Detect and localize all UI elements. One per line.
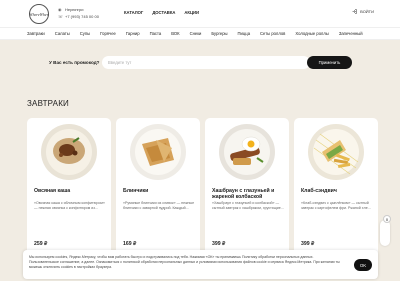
promo-code-input[interactable] (102, 56, 310, 69)
product-card[interactable]: Блинчики «Румяные блинчики из сливок» — … (116, 118, 200, 258)
category-roll-sets[interactable]: Сеты роллов (260, 31, 285, 36)
promo-label: У Вас есть промокод? (49, 60, 100, 65)
phone-link[interactable]: ☏ +7 (993) 745 00 00 (58, 14, 99, 19)
product-price: 399 ₽ (212, 241, 226, 247)
category-cold-rolls[interactable]: Холодные роллы (295, 31, 328, 36)
product-name: Блинчики (123, 188, 149, 194)
category-burgers[interactable]: Бургеры (211, 31, 227, 36)
oatmeal-with-jam-icon (39, 122, 99, 182)
phone-label: +7 (993) 745 00 00 (65, 14, 99, 19)
cookie-banner: Мы используем cookies, Яндекс.Метрику, ч… (23, 250, 378, 279)
product-description: «Клаб-сэндвич с цыплёнком» — сытный завт… (301, 201, 371, 210)
cart-count-badge: 0 (383, 215, 391, 223)
product-price: 399 ₽ (301, 241, 315, 247)
category-wok[interactable]: ВОК (171, 31, 179, 36)
category-breakfast[interactable]: Завтраки (27, 31, 45, 36)
category-salads[interactable]: Салаты (55, 31, 70, 36)
location-pin-icon: ◉ (58, 6, 62, 12)
category-hot[interactable]: Горячее (100, 31, 116, 36)
nav-promotions[interactable]: АКЦИИ (184, 10, 199, 15)
login-icon (352, 9, 357, 14)
login-label: ВОЙТИ (360, 9, 374, 14)
header: WhereWhen ◉ Нерюнгри ☏ +7 (993) 745 00 0… (0, 0, 400, 27)
product-description: «Овсяная каша с яблочным конфитюром» — н… (34, 201, 105, 210)
category-pizza[interactable]: Пицца (238, 31, 250, 36)
cookie-text: Мы используем cookies, Яндекс.Метрику, ч… (29, 255, 340, 269)
nav-catalog[interactable]: КАТАЛОГ (124, 10, 143, 15)
product-card[interactable]: Хашбраун с глазуньей и жареной колбаской… (205, 118, 289, 258)
club-sandwich-icon (306, 122, 366, 182)
product-description: «Хашбраун с глазуньей и колбаской» — сыт… (212, 201, 284, 210)
product-card[interactable]: Клаб-сэндвич «Клаб-сэндвич с цыплёнком» … (294, 118, 378, 258)
city-label: Нерюнгри (65, 7, 84, 12)
category-snacks[interactable]: Снеки (190, 31, 202, 36)
main-nav: КАТАЛОГ ДОСТАВКА АКЦИИ (124, 10, 199, 15)
product-name: Клаб-сэндвич (301, 188, 337, 194)
nav-delivery[interactable]: ДОСТАВКА (152, 10, 175, 15)
product-description: «Румяные блинчики из сливок» — нежные бл… (123, 201, 195, 210)
apply-promo-button[interactable]: Применить (307, 56, 352, 69)
product-price: 169 ₽ (123, 241, 137, 247)
pancakes-icon (128, 122, 188, 182)
product-name: Хашбраун с глазуньей и жареной колбаской (212, 188, 275, 200)
product-name: Овсяная каша (34, 188, 71, 194)
category-garnish[interactable]: Гарнир (126, 31, 140, 36)
section-title: ЗАВТРАКИ (27, 99, 70, 108)
logo[interactable]: WhereWhen (29, 4, 49, 24)
phone-icon: ☏ (58, 13, 64, 19)
floating-cart-widget[interactable] (380, 220, 390, 246)
city-selector[interactable]: ◉ Нерюнгри (58, 7, 83, 12)
category-bar: Завтраки Салаты Супы Горячее Гарнир Паст… (0, 27, 400, 40)
hashbrown-plate-icon (217, 122, 277, 182)
product-price: 259 ₽ (34, 241, 48, 247)
login-button[interactable]: ВОЙТИ (352, 9, 374, 14)
category-soups[interactable]: Супы (80, 31, 90, 36)
cookie-ok-button[interactable]: OK (354, 259, 372, 271)
product-card[interactable]: Овсяная каша «Овсяная каша с яблочным ко… (27, 118, 111, 258)
category-baked[interactable]: Запеченный (339, 31, 363, 36)
category-pasta[interactable]: Паста (150, 31, 162, 36)
